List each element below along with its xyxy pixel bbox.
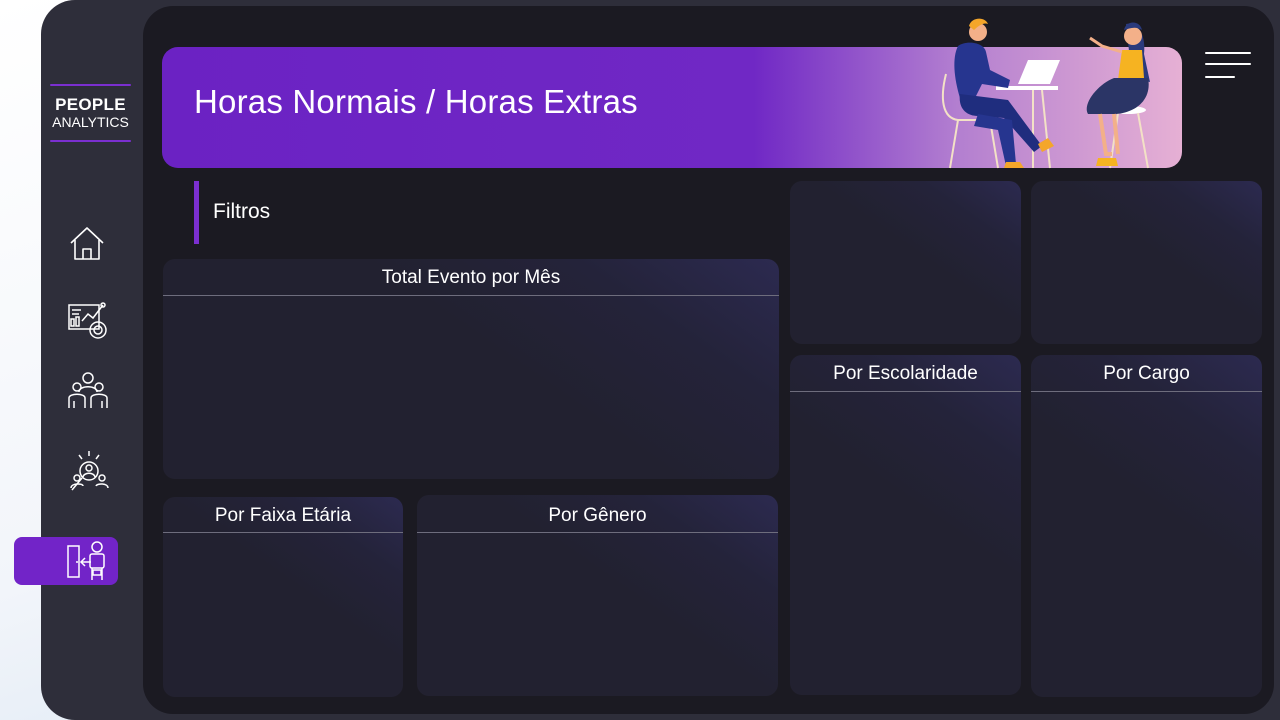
brand-title: PEOPLE <box>55 95 126 114</box>
nav-employee-exit[interactable] <box>65 539 109 583</box>
filters-label: Filtros <box>213 200 271 223</box>
analytics-report-icon <box>68 302 107 339</box>
brand-subtitle: ANALYTICS <box>52 114 129 130</box>
nav-analytics[interactable] <box>67 299 111 343</box>
panel-faixa-etaria[interactable]: Por Faixa Etária <box>163 497 403 697</box>
panel-title: Total Evento por Mês <box>381 267 561 288</box>
panel-title: Por Gênero <box>548 505 647 526</box>
filters-accent-bar <box>194 181 199 244</box>
nav-home[interactable] <box>65 222 109 266</box>
kpi-card-1[interactable] <box>790 181 1021 344</box>
home-icon <box>70 227 104 260</box>
brand-line-bottom <box>50 140 131 142</box>
talent-search-icon <box>70 451 109 491</box>
team-icon <box>68 372 108 408</box>
brand-line-top <box>50 84 131 86</box>
panel-divider <box>417 532 778 533</box>
panel-genero[interactable]: Por Gênero <box>417 495 778 696</box>
panel-divider <box>163 295 779 296</box>
employee-exit-icon <box>67 541 105 580</box>
panel-title: Por Faixa Etária <box>214 505 352 526</box>
brand-logo: PEOPLE ANALYTICS <box>50 84 131 142</box>
panel-title: Por Escolaridade <box>833 363 978 384</box>
nav-team[interactable] <box>66 368 110 412</box>
kpi-card-2[interactable] <box>1031 181 1262 344</box>
panel-cargo[interactable]: Por Cargo <box>1031 355 1262 697</box>
panel-total-evento-mes[interactable]: Total Evento por Mês <box>163 259 779 479</box>
panel-divider <box>1031 391 1262 392</box>
nav-talent-search[interactable] <box>67 450 111 494</box>
meeting-illustration <box>941 18 1150 169</box>
hamburger-menu-icon[interactable] <box>1204 50 1252 84</box>
panel-divider <box>163 532 403 533</box>
panel-title: Por Cargo <box>1103 363 1190 384</box>
page-title: Horas Normais / Horas Extras <box>194 83 638 120</box>
panel-escolaridade[interactable]: Por Escolaridade <box>790 355 1021 695</box>
panel-divider <box>790 391 1021 392</box>
